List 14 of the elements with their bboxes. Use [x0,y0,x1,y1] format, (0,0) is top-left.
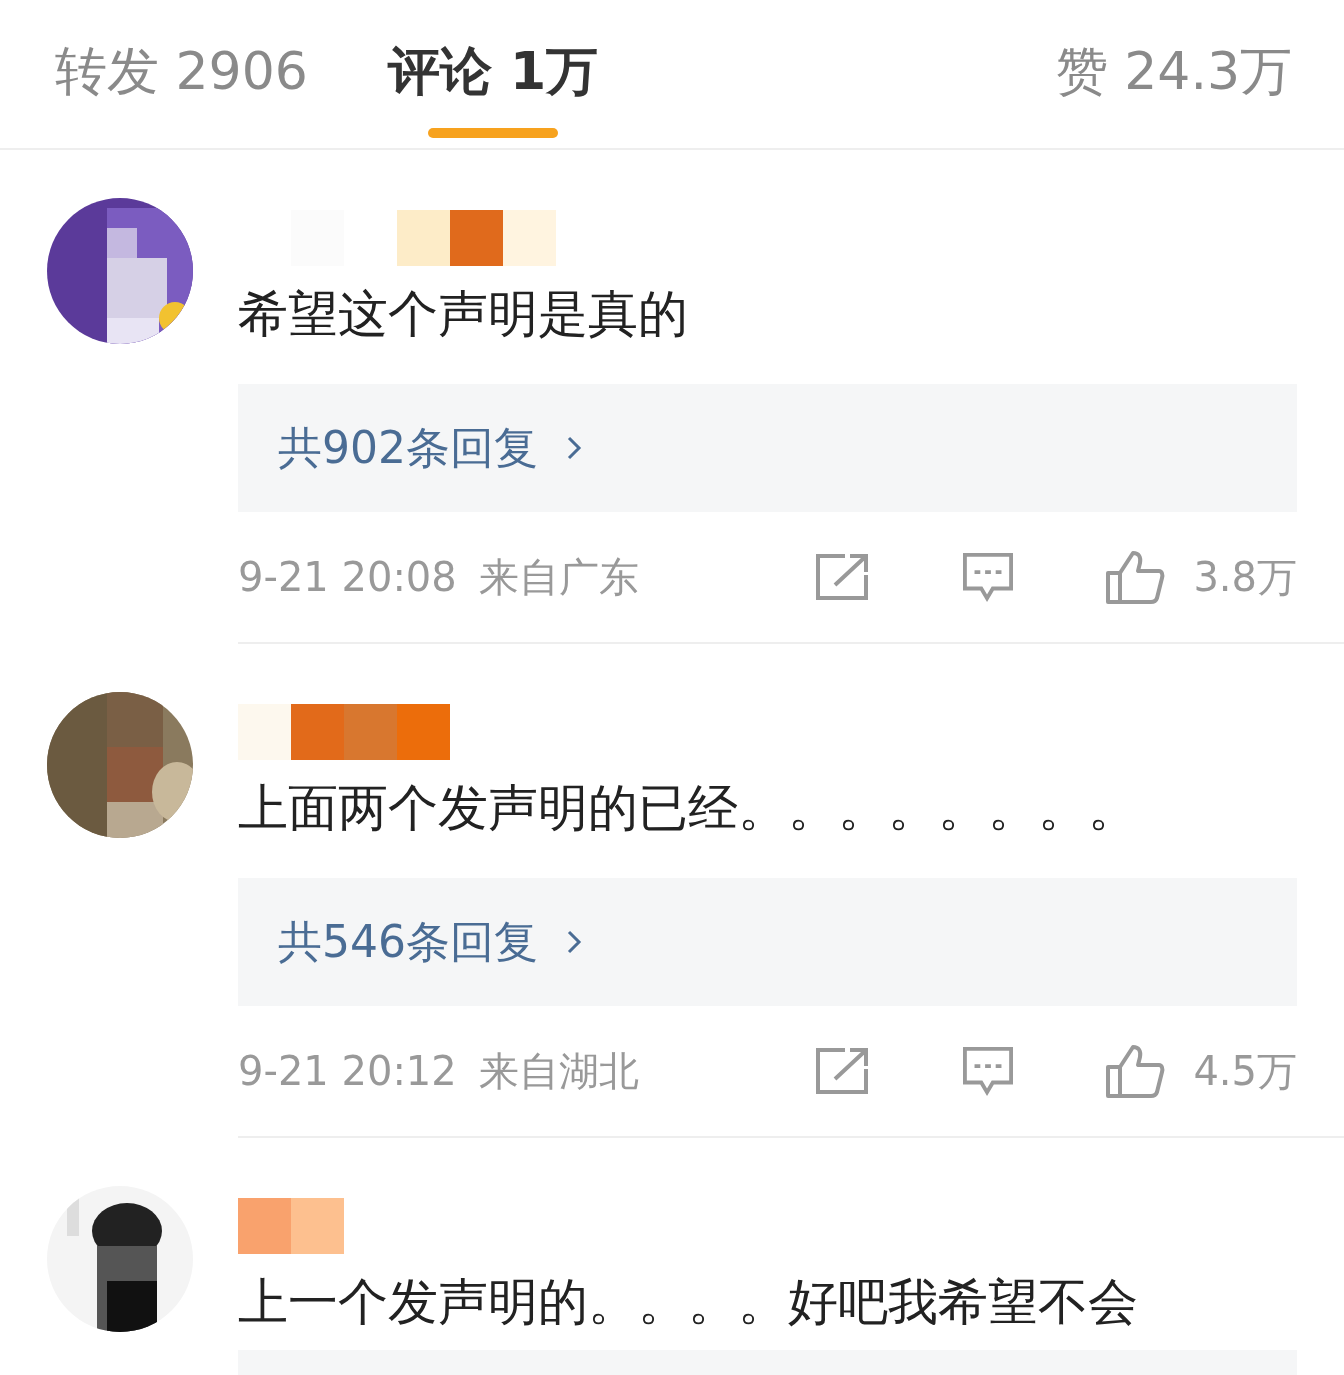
comment-location: 来自湖北 [478,1046,639,1096]
tab[interactable]: 赞 24.3万 [1055,36,1292,106]
comment-location: 来自广东 [478,552,639,602]
replies-link[interactable]: 共546条回复 [238,878,1297,1006]
like-count: 3.8万 [1193,552,1297,602]
comment-text: 希望这个声明是真的 [238,284,689,345]
replies-link[interactable]: 共902条回复 [238,384,1297,512]
comment-text: 上一个发声明的。。。。好吧我希望不会 [238,1272,1139,1333]
comment-time: 9-21 20:08 [238,554,457,600]
tab[interactable]: 转发 2906 [55,36,308,106]
comment-time: 9-21 20:12 [238,1048,457,1094]
tab[interactable]: 评论 1万 [387,36,599,106]
like-count: 4.5万 [1193,1046,1297,1096]
comment-text: 上面两个发声明的已经。。。。。。。。 [238,778,1139,839]
